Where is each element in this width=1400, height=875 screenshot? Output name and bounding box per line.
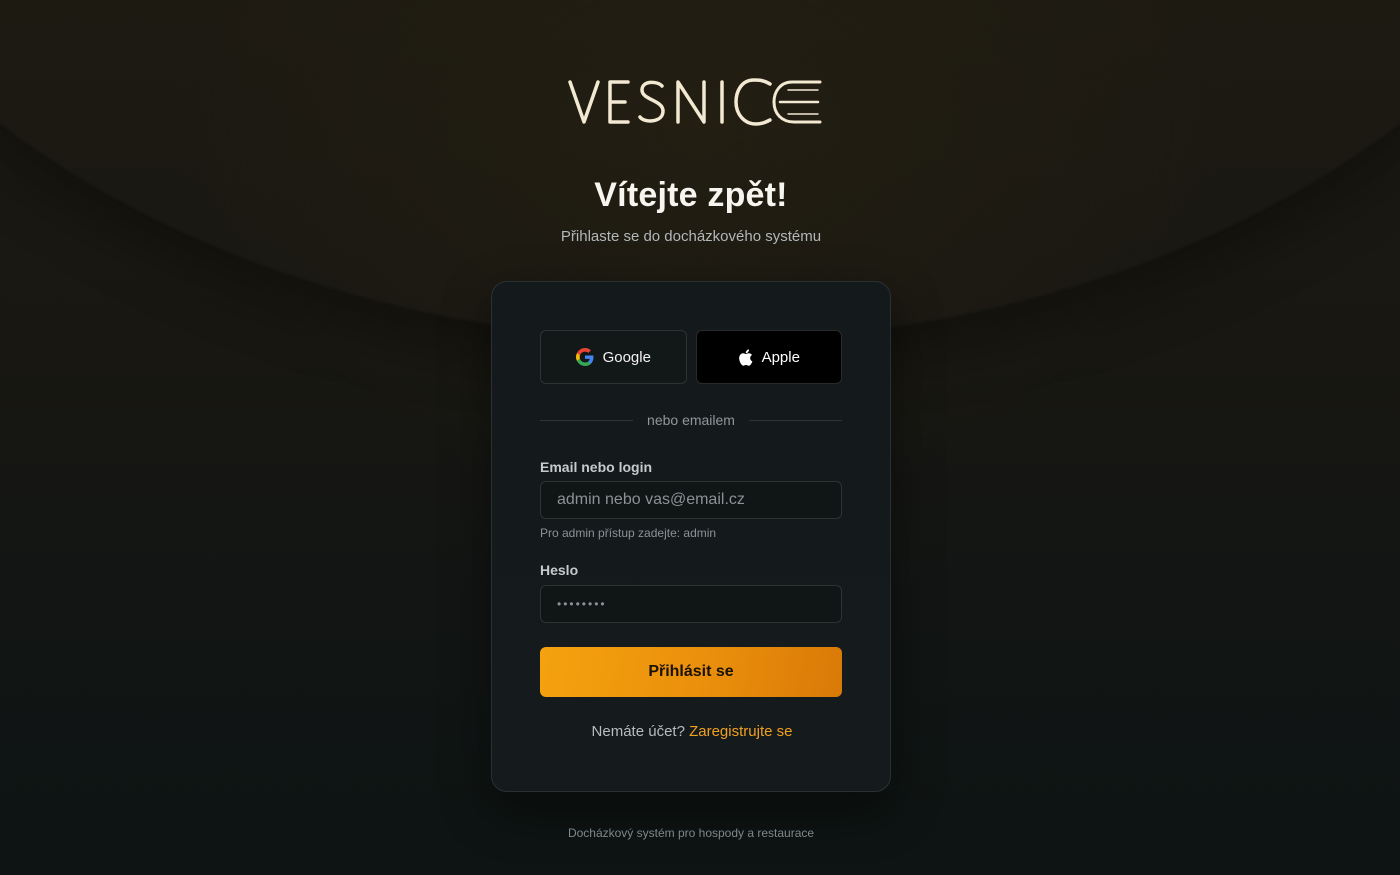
register-link[interactable]: Zaregistrujte se [689,723,792,740]
register-prompt: Nemáte účet? [591,723,690,740]
divider-line-right [748,419,842,421]
login-submit-button[interactable]: Přihlásit se [540,647,842,697]
vesnice-logo-graphic [568,78,822,126]
password-label: Heslo [540,562,579,578]
divider-label: nebo emailem [647,412,735,428]
email-input[interactable] [540,481,842,519]
login-card: Google Apple nebo emailem Email nebo log… [491,281,891,792]
email-hint: Pro admin přístup zadejte: admin [540,526,717,540]
page-subtitle: Přihlaste se do docházkového systému [560,228,822,245]
apple-login-button[interactable]: Apple [695,330,842,384]
vesnice-logo [566,76,822,128]
divider-line-left [540,419,634,421]
social-login-row: Google Apple [540,330,842,384]
apple-icon [738,348,753,366]
password-input[interactable] [540,585,842,623]
footer-text: Docházkový systém pro hospody a restaura… [567,826,815,840]
email-label: Email nebo login [540,459,653,475]
apple-login-label: Apple [761,348,800,366]
register-row: Nemáte účet? Zaregistrujte se [492,723,892,740]
page-title: Vítejte zpět! [594,176,788,214]
google-icon [575,348,594,366]
google-login-button[interactable]: Google [540,330,687,384]
google-login-label: Google [602,348,651,366]
or-divider: nebo emailem [540,410,842,430]
